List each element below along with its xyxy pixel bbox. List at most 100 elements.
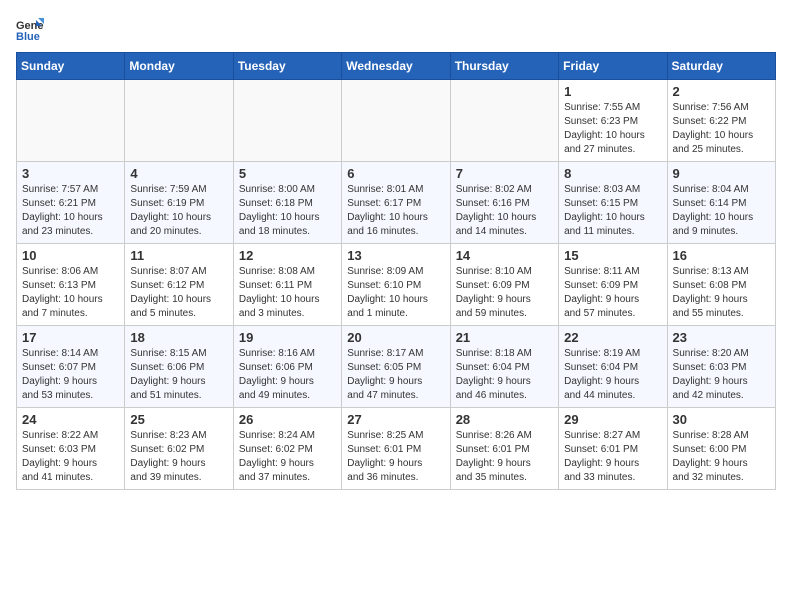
- calendar-cell: 22Sunrise: 8:19 AM Sunset: 6:04 PM Dayli…: [559, 326, 667, 408]
- day-detail: Sunrise: 8:26 AM Sunset: 6:01 PM Dayligh…: [456, 429, 553, 485]
- calendar-header-row: SundayMondayTuesdayWednesdayThursdayFrid…: [17, 53, 776, 80]
- day-number: 2: [673, 84, 770, 99]
- day-number: 28: [456, 412, 553, 427]
- day-number: 27: [347, 412, 444, 427]
- day-detail: Sunrise: 8:06 AM Sunset: 6:13 PM Dayligh…: [22, 265, 119, 321]
- calendar-cell: 30 Sunrise: 8:28 AM Sunset: 6:00 PM Dayli…: [667, 408, 775, 490]
- day-number: 20: [347, 330, 444, 345]
- calendar-week-row: 24 Sunrise: 8:22 AM Sunset: 6:03 PM Dayli…: [17, 408, 776, 490]
- day-detail: Sunrise: 8:03 AM Sunset: 6:15 PM Dayligh…: [564, 183, 661, 239]
- weekday-header-friday: Friday: [559, 53, 667, 80]
- calendar-cell: 10 Sunrise: 8:06 AM Sunset: 6:13 PM Dayli…: [17, 244, 125, 326]
- day-detail: Sunrise: 8:07 AM Sunset: 6:12 PM Dayligh…: [130, 265, 227, 321]
- calendar-cell: 7 Sunrise: 8:02 AM Sunset: 6:16 PM Daylig…: [450, 162, 558, 244]
- calendar-cell: 6 Sunrise: 8:01 AM Sunset: 6:17 PM Daylig…: [342, 162, 450, 244]
- day-detail: Sunrise: 7:59 AM Sunset: 6:19 PM Dayligh…: [130, 183, 227, 239]
- calendar-table: SundayMondayTuesdayWednesdayThursdayFrid…: [16, 52, 776, 490]
- day-number: 16: [673, 248, 770, 263]
- day-number: 10: [22, 248, 119, 263]
- day-number: 30: [673, 412, 770, 427]
- day-number: 13: [347, 248, 444, 263]
- day-detail: Sunrise: 8:00 AM Sunset: 6:18 PM Dayligh…: [239, 183, 336, 239]
- day-detail: Sunrise: 8:27 AM Sunset: 6:01 PM Dayligh…: [564, 429, 661, 485]
- calendar-cell: 17 Sunrise: 8:14 AM Sunset: 6:07 PM Dayli…: [17, 326, 125, 408]
- day-number: 26: [239, 412, 336, 427]
- day-number: 6: [347, 166, 444, 181]
- calendar-cell: 28 Sunrise: 8:26 AM Sunset: 6:01 PM Dayli…: [450, 408, 558, 490]
- day-detail: Sunrise: 8:15 AM Sunset: 6:06 PM Dayligh…: [130, 347, 227, 403]
- calendar-cell: [450, 80, 558, 162]
- day-detail: Sunrise: 8:23 AM Sunset: 6:02 PM Dayligh…: [130, 429, 227, 485]
- calendar-cell: [17, 80, 125, 162]
- weekday-header-monday: Monday: [125, 53, 233, 80]
- day-detail: Sunrise: 8:11 AM Sunset: 6:09 PM Dayligh…: [564, 265, 661, 321]
- weekday-header-wednesday: Wednesday: [342, 53, 450, 80]
- calendar-cell: 20Sunrise: 8:17 AM Sunset: 6:05 PM Dayli…: [342, 326, 450, 408]
- day-number: 5: [239, 166, 336, 181]
- day-number: 21: [456, 330, 553, 345]
- day-number: 17: [22, 330, 119, 345]
- day-number: 15: [564, 248, 661, 263]
- day-detail: Sunrise: 8:14 AM Sunset: 6:07 PM Dayligh…: [22, 347, 119, 403]
- calendar-week-row: 1 Sunrise: 7:55 AM Sunset: 6:23 PM Daylig…: [17, 80, 776, 162]
- calendar-cell: 25 Sunrise: 8:23 AM Sunset: 6:02 PM Dayli…: [125, 408, 233, 490]
- calendar-cell: 12 Sunrise: 8:08 AM Sunset: 6:11 PM Dayli…: [233, 244, 341, 326]
- calendar-cell: 23Sunrise: 8:20 AM Sunset: 6:03 PM Dayli…: [667, 326, 775, 408]
- day-detail: Sunrise: 8:16 AM Sunset: 6:06 PM Dayligh…: [239, 347, 336, 403]
- calendar-cell: 9Sunrise: 8:04 AM Sunset: 6:14 PM Daylig…: [667, 162, 775, 244]
- day-detail: Sunrise: 8:10 AM Sunset: 6:09 PM Dayligh…: [456, 265, 553, 321]
- calendar-cell: 14 Sunrise: 8:10 AM Sunset: 6:09 PM Dayli…: [450, 244, 558, 326]
- day-number: 23: [673, 330, 770, 345]
- day-detail: Sunrise: 8:28 AM Sunset: 6:00 PM Dayligh…: [673, 429, 770, 485]
- calendar-cell: 11 Sunrise: 8:07 AM Sunset: 6:12 PM Dayli…: [125, 244, 233, 326]
- day-number: 8: [564, 166, 661, 181]
- day-detail: Sunrise: 8:01 AM Sunset: 6:17 PM Dayligh…: [347, 183, 444, 239]
- day-number: 12: [239, 248, 336, 263]
- day-number: 4: [130, 166, 227, 181]
- calendar-cell: 2 Sunrise: 7:56 AM Sunset: 6:22 PM Daylig…: [667, 80, 775, 162]
- day-number: 3: [22, 166, 119, 181]
- day-number: 18: [130, 330, 227, 345]
- calendar-cell: [125, 80, 233, 162]
- weekday-header-tuesday: Tuesday: [233, 53, 341, 80]
- day-number: 1: [564, 84, 661, 99]
- day-detail: Sunrise: 8:09 AM Sunset: 6:10 PM Dayligh…: [347, 265, 444, 321]
- calendar-week-row: 10 Sunrise: 8:06 AM Sunset: 6:13 PM Dayli…: [17, 244, 776, 326]
- calendar-week-row: 3 Sunrise: 7:57 AM Sunset: 6:21 PM Daylig…: [17, 162, 776, 244]
- day-number: 25: [130, 412, 227, 427]
- day-number: 11: [130, 248, 227, 263]
- weekday-header-thursday: Thursday: [450, 53, 558, 80]
- calendar-cell: [342, 80, 450, 162]
- weekday-header-sunday: Sunday: [17, 53, 125, 80]
- calendar-cell: 26 Sunrise: 8:24 AM Sunset: 6:02 PM Dayli…: [233, 408, 341, 490]
- day-number: 14: [456, 248, 553, 263]
- day-detail: Sunrise: 8:02 AM Sunset: 6:16 PM Dayligh…: [456, 183, 553, 239]
- svg-text:Blue: Blue: [16, 31, 40, 43]
- day-detail: Sunrise: 7:55 AM Sunset: 6:23 PM Dayligh…: [564, 101, 661, 157]
- day-detail: Sunrise: 8:08 AM Sunset: 6:11 PM Dayligh…: [239, 265, 336, 321]
- calendar-cell: [233, 80, 341, 162]
- day-detail: Sunrise: 8:24 AM Sunset: 6:02 PM Dayligh…: [239, 429, 336, 485]
- calendar-cell: 21 Sunrise: 8:18 AM Sunset: 6:04 PM Dayli…: [450, 326, 558, 408]
- calendar-cell: 13 Sunrise: 8:09 AM Sunset: 6:10 PM Dayli…: [342, 244, 450, 326]
- day-number: 24: [22, 412, 119, 427]
- day-detail: Sunrise: 8:22 AM Sunset: 6:03 PM Dayligh…: [22, 429, 119, 485]
- calendar-cell: 5 Sunrise: 8:00 AM Sunset: 6:18 PM Daylig…: [233, 162, 341, 244]
- day-number: 29: [564, 412, 661, 427]
- day-detail: Sunrise: 7:56 AM Sunset: 6:22 PM Dayligh…: [673, 101, 770, 157]
- calendar-cell: 29 Sunrise: 8:27 AM Sunset: 6:01 PM Dayli…: [559, 408, 667, 490]
- day-detail: Sunrise: 8:18 AM Sunset: 6:04 PM Dayligh…: [456, 347, 553, 403]
- logo: General Blue: [16, 16, 48, 44]
- day-detail: Sunrise: 8:13 AM Sunset: 6:08 PM Dayligh…: [673, 265, 770, 321]
- weekday-header-saturday: Saturday: [667, 53, 775, 80]
- calendar-cell: 19Sunrise: 8:16 AM Sunset: 6:06 PM Dayli…: [233, 326, 341, 408]
- calendar-cell: 18 Sunrise: 8:15 AM Sunset: 6:06 PM Dayli…: [125, 326, 233, 408]
- calendar-cell: 4 Sunrise: 7:59 AM Sunset: 6:19 PM Daylig…: [125, 162, 233, 244]
- calendar-cell: 15 Sunrise: 8:11 AM Sunset: 6:09 PM Dayli…: [559, 244, 667, 326]
- calendar-cell: 27Sunrise: 8:25 AM Sunset: 6:01 PM Dayli…: [342, 408, 450, 490]
- day-detail: Sunrise: 7:57 AM Sunset: 6:21 PM Dayligh…: [22, 183, 119, 239]
- calendar-cell: 16 Sunrise: 8:13 AM Sunset: 6:08 PM Dayli…: [667, 244, 775, 326]
- calendar-cell: 1 Sunrise: 7:55 AM Sunset: 6:23 PM Daylig…: [559, 80, 667, 162]
- day-number: 7: [456, 166, 553, 181]
- page-header: General Blue: [16, 16, 776, 44]
